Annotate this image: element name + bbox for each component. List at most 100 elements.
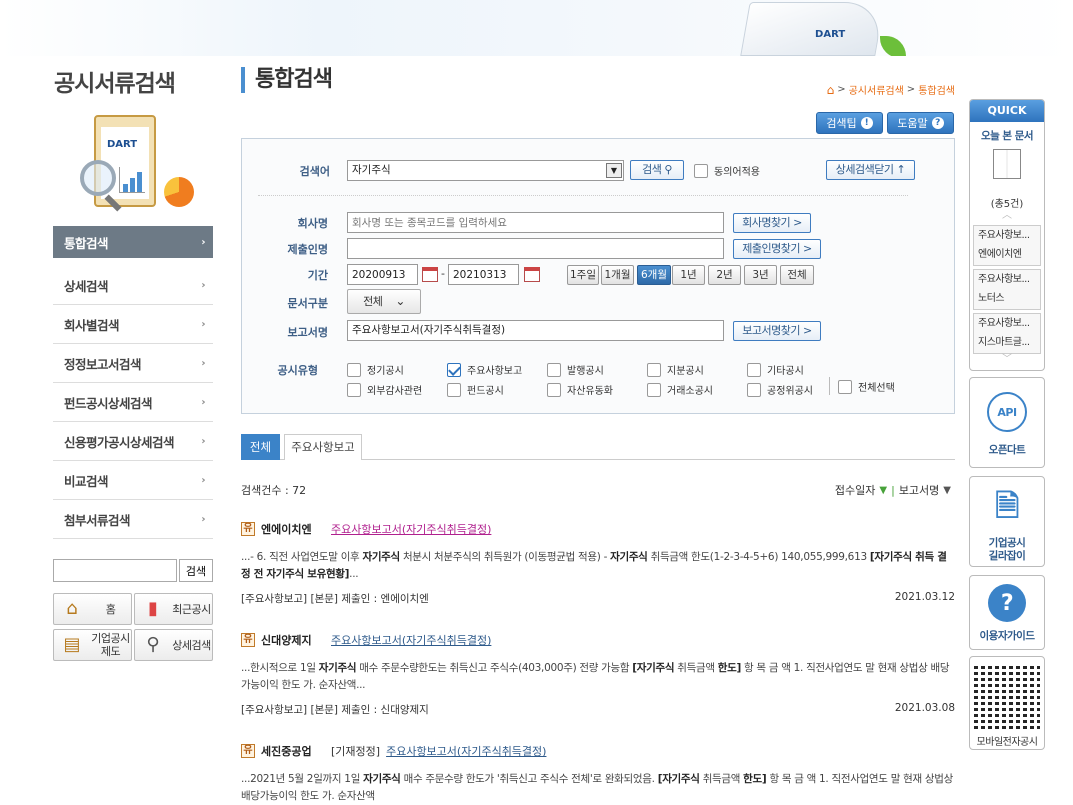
result-company[interactable]: 엔에이치엔 [261, 521, 325, 537]
doctype-label: 문서구분 [287, 297, 328, 310]
sidebar-item[interactable]: 상세검색 › [53, 266, 213, 305]
chevron-right-icon: › [201, 279, 205, 291]
date-from-input[interactable] [347, 264, 418, 285]
info-icon: ! [860, 117, 873, 129]
recent-docs-count: (총5건) [990, 199, 1024, 210]
user-guide-link[interactable]: ? 이용자가이드 [969, 575, 1045, 650]
clipboard-logo: DART [107, 139, 138, 150]
period-button[interactable]: 1주일 [567, 265, 599, 285]
date-separator: - [441, 267, 445, 280]
disclosure-type-checkbox[interactable]: 발행공시 [547, 362, 604, 377]
sidebar-search-input[interactable] [53, 559, 177, 582]
chevron-down-icon: ▼ [606, 163, 622, 178]
company-find-button[interactable]: 회사명찾기 > [733, 213, 811, 233]
period-button[interactable]: 1개월 [601, 265, 634, 285]
recent-doc-item[interactable]: 주요사항보... 지스마트글... [973, 313, 1041, 354]
result-meta: [주요사항보고] [본문] 제출인 : 신대양제지 [241, 704, 429, 716]
open-dart-link[interactable]: API 오픈다트 [969, 377, 1045, 468]
book-icon [993, 149, 1021, 179]
disclosure-type-checkbox[interactable]: 주요사항보고 [447, 362, 522, 377]
doctype-select[interactable]: 전체 ⌄ [347, 289, 421, 314]
submitter-find-button[interactable]: 제출인명찾기 > [733, 239, 821, 259]
period-button[interactable]: 전체 [780, 265, 814, 285]
result-report-link[interactable]: 주요사항보고서(자기주식취득결정) [331, 632, 491, 648]
sort-down-icon[interactable]: ▼ [879, 485, 887, 496]
detail-search-toggle[interactable]: 상세검색닫기 ↑ [826, 160, 915, 180]
company-label: 회사명 [297, 217, 328, 230]
sort-by-date[interactable]: 접수일자 [835, 482, 875, 498]
chevron-down-icon[interactable]: ﹀ [970, 354, 1044, 366]
disclosure-type-checkbox[interactable]: 펀드공시 [447, 382, 504, 397]
home-icon[interactable]: ⌂ [827, 83, 835, 97]
disclosure-type-checkbox[interactable]: 정기공시 [347, 362, 404, 377]
disclosure-type-checkbox[interactable]: 기타공시 [747, 362, 804, 377]
calendar-icon[interactable] [524, 267, 540, 282]
dart-book-illustration: DART [740, 2, 885, 56]
disclosure-type-checkbox[interactable]: 거래소공시 [647, 382, 713, 397]
report-input[interactable]: 주요사항보고서(자기주식취득결정) [347, 320, 724, 341]
period-button[interactable]: 6개월 [637, 265, 671, 285]
chevron-right-icon: › [201, 513, 205, 525]
period-button[interactable]: 3년 [744, 265, 777, 285]
report-find-button[interactable]: 보고서명찾기 > [733, 321, 821, 341]
home-icon: ⌂ [66, 598, 78, 619]
sort-down-icon[interactable]: ▼ [943, 485, 951, 496]
sidebar-item[interactable]: 첨부서류검색 › [53, 500, 213, 539]
qr-code-icon [974, 663, 1040, 729]
search-select[interactable]: 자기주식 ▼ [347, 160, 624, 181]
period-label: 기간 [307, 269, 328, 282]
sidebar-search-button[interactable]: 검색 [179, 559, 213, 582]
period-button[interactable]: 2년 [708, 265, 741, 285]
sidebar-item[interactable]: 회사별검색 › [53, 305, 213, 344]
disclosure-type-checkbox[interactable]: 지분공시 [647, 362, 704, 377]
search-label: 검색어 [299, 165, 330, 178]
breadcrumb-item[interactable]: 공시서류검색 [849, 82, 904, 97]
sidebar-item[interactable]: 통합검색 › [53, 226, 213, 258]
result-snippet: ...2021년 5월 2일까지 1일 자기주식 매수 주문수량 한도가 '취득… [241, 773, 953, 802]
search-button[interactable]: 검색 ⚲ [630, 160, 684, 180]
select-all-checkbox[interactable]: 전체선택 [838, 379, 895, 394]
sidebar-illustration: DART [66, 105, 196, 215]
result-count: 검색건수 : 72 [241, 484, 307, 497]
home-button[interactable]: ⌂ 홈 [53, 593, 132, 625]
recent-disclosure-button[interactable]: ▮ 최근공시 [134, 593, 213, 625]
detail-search-button[interactable]: ⚲ 상세검색 [134, 629, 213, 661]
help-button[interactable]: 도움말? [887, 112, 954, 134]
sidebar-item[interactable]: 비교검색 › [53, 461, 213, 500]
chevron-up-icon[interactable]: ︿ [970, 210, 1044, 222]
disclosure-type-checkbox[interactable]: 외부감사관련 [347, 382, 422, 397]
result-snippet: ...- 6. 직전 사업연도말 이후 자기주식 처분시 처분주식의 취득원가 … [241, 551, 947, 580]
disclosure-guide-link[interactable]: 🗎 기업공시 길라잡이 [969, 476, 1045, 567]
sidebar-item[interactable]: 펀드공시상세검색 › [53, 383, 213, 422]
period-button[interactable]: 1년 [672, 265, 705, 285]
company-input[interactable] [347, 212, 724, 233]
tab-all[interactable]: 전체 [241, 434, 280, 460]
disclosure-system-button[interactable]: ▤ 기업공시 제도 [53, 629, 132, 661]
date-to-input[interactable] [448, 264, 519, 285]
search-form: 검색어 자기주식 ▼ 검색 ⚲ 동의어적용 상세검색닫기 ↑ 회사명 회사명찾기… [241, 138, 955, 414]
disclosure-type-checkbox[interactable]: 자산유동화 [547, 382, 613, 397]
result-tag: [기재정정] [331, 745, 381, 758]
recent-doc-item[interactable]: 주요사항보... 노터스 [973, 269, 1041, 310]
tab-major-report[interactable]: 주요사항보고 [284, 434, 362, 460]
sidebar-item[interactable]: 정정보고서검색 › [53, 344, 213, 383]
result-company[interactable]: 세진중공업 [261, 743, 325, 759]
chevron-right-icon: › [201, 318, 205, 330]
result-report-link[interactable]: 주요사항보고서(자기주식취득결정) [331, 521, 491, 537]
result-meta: [주요사항보고] [본문] 제출인 : 엔에이치엔 [241, 593, 429, 605]
synonym-checkbox[interactable]: 동의어적용 [694, 163, 760, 178]
calendar-icon[interactable] [422, 267, 438, 282]
sort-by-name[interactable]: 보고서명 [899, 482, 939, 498]
submitter-input[interactable] [347, 238, 724, 259]
sidebar-item[interactable]: 신용평가공시상세검색 › [53, 422, 213, 461]
search-icon: ⚲ [664, 163, 672, 176]
document-search-icon: 🗎 [995, 488, 1019, 524]
breadcrumb-current: 통합검색 [918, 86, 955, 97]
result-company[interactable]: 신대양제지 [261, 632, 325, 648]
result-report-link[interactable]: 주요사항보고서(자기주식취득결정) [386, 743, 546, 759]
recent-doc-item[interactable]: 주요사항보... 엔에이치엔 [973, 225, 1041, 266]
search-tips-button[interactable]: 검색팁! [816, 112, 883, 134]
sort-controls: 접수일자 ▼ | 보고서명 ▼ [834, 482, 951, 498]
disclosure-type-checkbox[interactable]: 공정위공시 [747, 382, 813, 397]
mobile-disclosure-link[interactable]: 모바일전자공시 [969, 656, 1045, 750]
